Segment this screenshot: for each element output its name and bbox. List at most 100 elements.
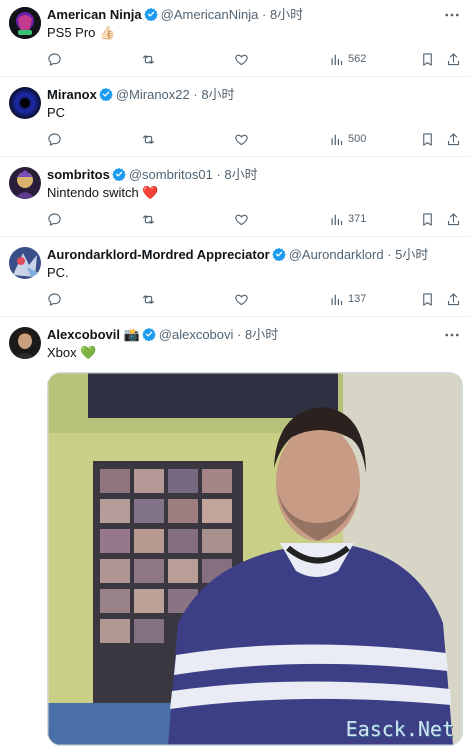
- bookmark-button[interactable]: [420, 50, 435, 68]
- retweet-button[interactable]: [141, 130, 156, 148]
- views-icon: [329, 132, 344, 147]
- handle[interactable]: @sombritos01: [129, 167, 213, 182]
- bookmark-icon: [420, 52, 435, 67]
- handle[interactable]: @Aurondarklord: [289, 247, 384, 262]
- reply-button[interactable]: [47, 50, 62, 68]
- bookmark-icon: [420, 212, 435, 227]
- action-bar: 371: [47, 210, 471, 228]
- display-name[interactable]: Miranox: [47, 87, 97, 102]
- like-button[interactable]: [234, 210, 249, 228]
- display-name[interactable]: American Ninja: [47, 7, 142, 22]
- more-icon[interactable]: [443, 6, 461, 24]
- share-button[interactable]: [446, 210, 461, 228]
- reply-icon: [47, 292, 62, 307]
- avatar[interactable]: [9, 327, 41, 359]
- reply-button[interactable]: [47, 290, 62, 308]
- view-count: 500: [348, 133, 367, 145]
- views-button[interactable]: 137: [329, 290, 366, 308]
- separator: ·: [233, 327, 245, 342]
- verified-badge-icon: [99, 87, 113, 101]
- views-icon: [329, 212, 344, 227]
- tweet-header: sombritos @sombritos01 · 8小时: [47, 166, 441, 184]
- like-button[interactable]: [234, 130, 249, 148]
- views-button[interactable]: 500: [329, 130, 366, 148]
- retweet-button[interactable]: [141, 210, 156, 228]
- verified-badge-icon: [272, 247, 286, 261]
- camera-emoji: 📸: [123, 327, 140, 342]
- tweet-media-gif[interactable]: Easck.Net: [47, 372, 463, 746]
- like-icon: [234, 52, 249, 67]
- handle[interactable]: @Miranox22: [116, 87, 190, 102]
- reply-icon: [47, 132, 62, 147]
- bookmark-button[interactable]: [420, 290, 435, 308]
- tweet-header: Miranox @Miranox22 · 8小时: [47, 86, 441, 104]
- tweet-text: PS5 Pro 👍🏻: [47, 24, 115, 42]
- avatar[interactable]: [9, 87, 41, 119]
- display-name[interactable]: Aurondarklord-Mordred Appreciator: [47, 247, 270, 262]
- tweet-text-content: Xbox: [47, 345, 77, 360]
- bookmark-icon: [420, 292, 435, 307]
- avatar[interactable]: [9, 247, 41, 279]
- handle[interactable]: @AmericanNinja: [161, 7, 259, 22]
- timestamp[interactable]: 8小时: [270, 7, 303, 22]
- avatar[interactable]: [9, 167, 41, 199]
- more-icon[interactable]: [443, 326, 461, 344]
- bookmark-button[interactable]: [420, 210, 435, 228]
- retweet-icon: [141, 212, 156, 227]
- retweet-button[interactable]: [141, 290, 156, 308]
- tweet[interactable]: American Ninja @AmericanNinja · 8小时 PS5 P…: [0, 0, 471, 77]
- tweet-text: PC.: [47, 264, 69, 282]
- emoji: 👍🏻: [99, 25, 116, 40]
- heart-emoji: ❤️: [142, 185, 159, 200]
- timestamp[interactable]: 8小时: [245, 327, 278, 342]
- verified-badge-icon: [144, 7, 158, 21]
- retweet-icon: [141, 52, 156, 67]
- display-name[interactable]: Alexcobovil: [47, 327, 120, 342]
- reply-icon: [47, 212, 62, 227]
- verified-badge-icon: [142, 327, 156, 341]
- handle[interactable]: @alexcobovi: [159, 327, 234, 342]
- tweet-text-content: PC: [47, 105, 66, 120]
- tweet-header: Alexcobovil 📸 @alexcobovi · 8小时: [47, 326, 441, 344]
- tweet[interactable]: sombritos @sombritos01 · 8小时 Nintendo swi…: [0, 157, 471, 237]
- timestamp[interactable]: 8小时: [224, 167, 257, 182]
- retweet-icon: [141, 292, 156, 307]
- share-button[interactable]: [446, 290, 461, 308]
- tweet-text-content: PS5 Pro: [47, 25, 96, 40]
- separator: ·: [383, 247, 396, 262]
- avatar[interactable]: [9, 7, 41, 39]
- bookmark-button[interactable]: [420, 130, 435, 148]
- views-button[interactable]: 562: [329, 50, 366, 68]
- action-bar: 137: [47, 290, 471, 308]
- reply-icon: [47, 52, 62, 67]
- like-button[interactable]: [234, 290, 249, 308]
- verified-badge-icon: [112, 167, 126, 181]
- tweet-header: American Ninja @AmericanNinja · 8小时: [47, 6, 441, 24]
- tweet[interactable]: Aurondarklord-Mordred Appreciator @Aurond…: [0, 237, 471, 317]
- reply-button[interactable]: [47, 210, 62, 228]
- view-count: 137: [348, 293, 367, 305]
- views-button[interactable]: 371: [329, 210, 366, 228]
- retweet-icon: [141, 132, 156, 147]
- like-button[interactable]: [234, 50, 249, 68]
- views-icon: [329, 52, 344, 67]
- views-icon: [329, 292, 344, 307]
- display-name[interactable]: sombritos: [47, 167, 110, 182]
- view-count: 371: [348, 213, 367, 225]
- share-icon: [446, 132, 461, 147]
- retweet-button[interactable]: [141, 50, 156, 68]
- like-icon: [234, 132, 249, 147]
- share-button[interactable]: [446, 50, 461, 68]
- tweet[interactable]: Miranox @Miranox22 · 8小时 PC 500: [0, 77, 471, 157]
- separator: ·: [189, 87, 202, 102]
- timestamp[interactable]: 5小时: [395, 247, 428, 262]
- reply-button[interactable]: [47, 130, 62, 148]
- separator: ·: [258, 7, 270, 22]
- share-button[interactable]: [446, 130, 461, 148]
- share-icon: [446, 292, 461, 307]
- tweet-text: Xbox 💚: [47, 344, 96, 362]
- separator: ·: [212, 167, 225, 182]
- green-heart-emoji: 💚: [80, 345, 97, 360]
- timestamp[interactable]: 8小时: [201, 87, 234, 102]
- like-icon: [234, 212, 249, 227]
